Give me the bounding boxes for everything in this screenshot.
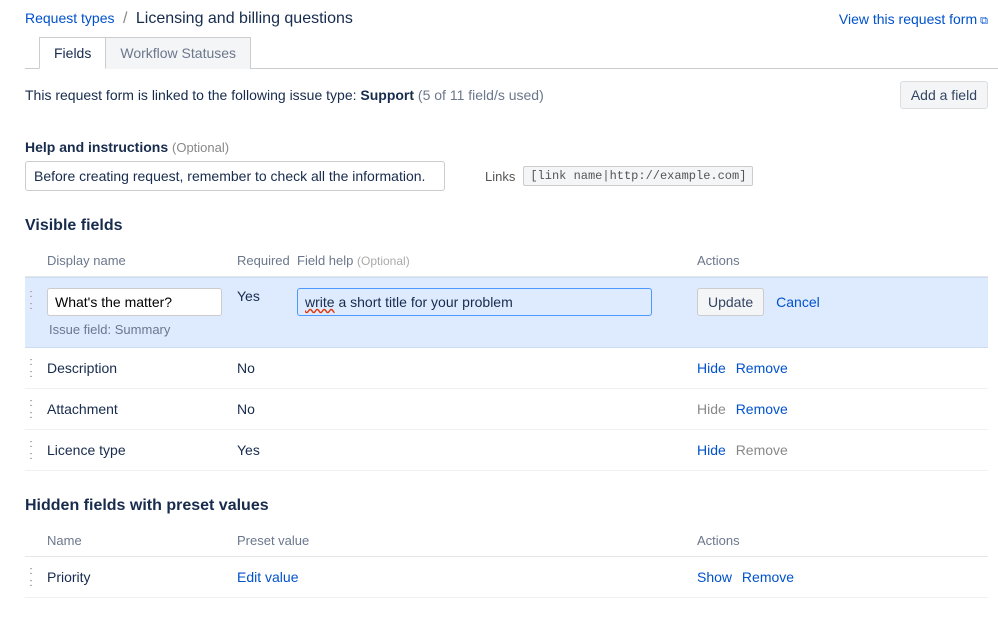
external-link-icon: ⧉ [980, 15, 988, 27]
drag-handle-icon[interactable]: :::: [25, 397, 47, 421]
drag-handle-icon[interactable]: :::: [25, 356, 47, 380]
hidden-field-row: :::: Priority Edit value Show Remove [25, 557, 988, 598]
breadcrumb-sep: / [123, 10, 127, 27]
col-field-help: Field help (Optional) [297, 253, 667, 268]
display-name-input[interactable] [47, 288, 222, 316]
cancel-link[interactable]: Cancel [776, 294, 820, 310]
col-display-name: Display name [47, 253, 237, 268]
tabs: Fields Workflow Statuses [25, 36, 998, 69]
col-actions: Actions [697, 253, 897, 268]
show-link[interactable]: Show [697, 569, 732, 585]
drag-handle-icon[interactable]: :::: [25, 288, 47, 312]
edit-value-link[interactable]: Edit value [237, 569, 298, 585]
required-value: No [237, 401, 297, 417]
col-actions: Actions [697, 533, 897, 548]
view-request-form-link[interactable]: View this request form⧉ [839, 11, 988, 28]
hide-link[interactable]: Hide [697, 442, 726, 458]
visible-field-row-editing: :::: Issue field: Summary Yes write a sh… [25, 277, 988, 348]
links-syntax-hint: [link name|http://example.com] [523, 166, 753, 186]
hide-disabled: Hide [697, 401, 726, 417]
visible-field-row: :::: Licence type Yes Hide Remove [25, 430, 988, 471]
col-name: Name [47, 533, 237, 548]
add-field-button[interactable]: Add a field [900, 81, 988, 109]
required-value: No [237, 360, 297, 376]
issue-field-label: Issue field: Summary [47, 322, 237, 337]
remove-link[interactable]: Remove [736, 401, 788, 417]
col-required: Required [237, 253, 297, 268]
field-name: Attachment [47, 401, 237, 417]
tab-fields[interactable]: Fields [39, 37, 106, 69]
issue-type-info: This request form is linked to the follo… [25, 87, 544, 103]
field-name: Description [47, 360, 237, 376]
help-instructions-heading: Help and instructions (Optional) [25, 139, 988, 155]
field-name: Priority [47, 569, 237, 585]
breadcrumb-parent[interactable]: Request types [25, 10, 115, 26]
visible-field-row: :::: Description No Hide Remove [25, 348, 988, 389]
visible-fields-heading: Visible fields [0, 191, 998, 245]
field-help-input[interactable]: write a short title for your problem [297, 288, 652, 316]
remove-link[interactable]: Remove [736, 360, 788, 376]
help-instructions-input[interactable] [25, 161, 445, 191]
hide-link[interactable]: Hide [697, 360, 726, 376]
tab-workflow-statuses[interactable]: Workflow Statuses [106, 37, 251, 69]
breadcrumb: Request types / Licensing and billing qu… [25, 10, 353, 28]
visible-field-row: :::: Attachment No Hide Remove [25, 389, 988, 430]
field-name: Licence type [47, 442, 237, 458]
required-value: Yes [237, 442, 297, 458]
required-value: Yes [237, 288, 297, 304]
links-label: Links [485, 169, 515, 184]
col-preset: Preset value [237, 533, 667, 548]
remove-link[interactable]: Remove [742, 569, 794, 585]
update-button[interactable]: Update [697, 288, 764, 316]
remove-disabled: Remove [736, 442, 788, 458]
page-title: Licensing and billing questions [136, 10, 353, 27]
drag-handle-icon[interactable]: :::: [25, 565, 47, 589]
hidden-fields-heading: Hidden fields with preset values [0, 471, 998, 525]
drag-handle-icon[interactable]: :::: [25, 438, 47, 462]
